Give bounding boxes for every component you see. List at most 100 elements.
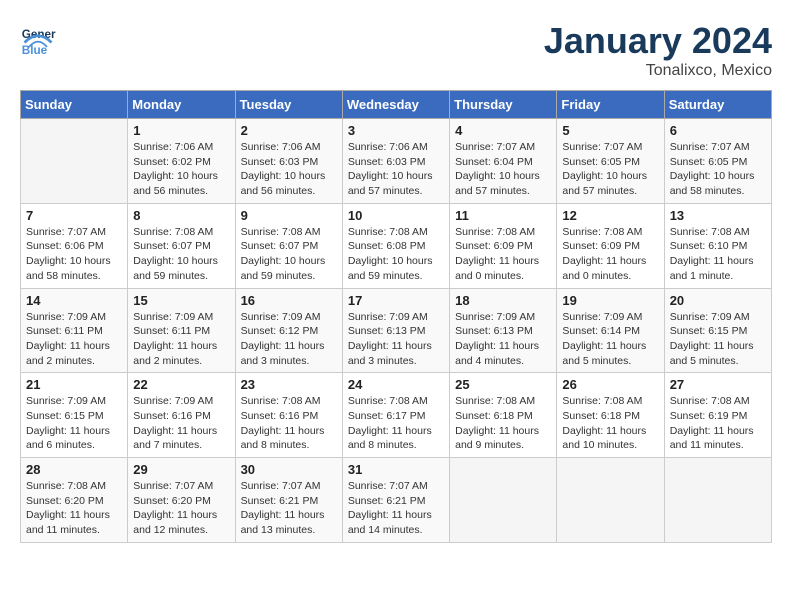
logo: General Blue: [20, 20, 60, 56]
calendar-cell: 27 Sunrise: 7:08 AM Sunset: 6:19 PM Dayl…: [664, 373, 771, 458]
day-info: Sunrise: 7:09 AM Sunset: 6:12 PM Dayligh…: [241, 310, 337, 369]
day-info: Sunrise: 7:08 AM Sunset: 6:10 PM Dayligh…: [670, 225, 766, 284]
sunset-text: Sunset: 6:13 PM: [455, 324, 551, 339]
calendar-cell: 20 Sunrise: 7:09 AM Sunset: 6:15 PM Dayl…: [664, 288, 771, 373]
calendar-cell: [557, 458, 664, 543]
daylight-text: Daylight: 11 hours and 11 minutes.: [26, 508, 122, 537]
col-tuesday: Tuesday: [235, 91, 342, 119]
day-number: 19: [562, 293, 658, 308]
day-info: Sunrise: 7:08 AM Sunset: 6:16 PM Dayligh…: [241, 394, 337, 453]
day-number: 18: [455, 293, 551, 308]
day-info: Sunrise: 7:09 AM Sunset: 6:14 PM Dayligh…: [562, 310, 658, 369]
col-friday: Friday: [557, 91, 664, 119]
sunrise-text: Sunrise: 7:07 AM: [133, 479, 229, 494]
day-number: 22: [133, 377, 229, 392]
sunset-text: Sunset: 6:02 PM: [133, 155, 229, 170]
day-number: 3: [348, 123, 444, 138]
calendar-cell: 12 Sunrise: 7:08 AM Sunset: 6:09 PM Dayl…: [557, 203, 664, 288]
calendar-week-row: 7 Sunrise: 7:07 AM Sunset: 6:06 PM Dayli…: [21, 203, 772, 288]
day-info: Sunrise: 7:07 AM Sunset: 6:21 PM Dayligh…: [241, 479, 337, 538]
day-info: Sunrise: 7:09 AM Sunset: 6:15 PM Dayligh…: [670, 310, 766, 369]
calendar-week-row: 1 Sunrise: 7:06 AM Sunset: 6:02 PM Dayli…: [21, 119, 772, 204]
daylight-text: Daylight: 11 hours and 11 minutes.: [670, 424, 766, 453]
day-number: 28: [26, 462, 122, 477]
sunrise-text: Sunrise: 7:08 AM: [348, 394, 444, 409]
daylight-text: Daylight: 11 hours and 3 minutes.: [348, 339, 444, 368]
day-info: Sunrise: 7:07 AM Sunset: 6:05 PM Dayligh…: [670, 140, 766, 199]
daylight-text: Daylight: 10 hours and 59 minutes.: [348, 254, 444, 283]
day-number: 31: [348, 462, 444, 477]
daylight-text: Daylight: 10 hours and 59 minutes.: [241, 254, 337, 283]
daylight-text: Daylight: 11 hours and 3 minutes.: [241, 339, 337, 368]
sunrise-text: Sunrise: 7:08 AM: [455, 394, 551, 409]
sunset-text: Sunset: 6:09 PM: [455, 239, 551, 254]
title-block: January 2024 Tonalixco, Mexico: [544, 20, 772, 80]
day-number: 2: [241, 123, 337, 138]
calendar-cell: 24 Sunrise: 7:08 AM Sunset: 6:17 PM Dayl…: [342, 373, 449, 458]
sunset-text: Sunset: 6:16 PM: [241, 409, 337, 424]
sunrise-text: Sunrise: 7:08 AM: [562, 394, 658, 409]
day-info: Sunrise: 7:06 AM Sunset: 6:02 PM Dayligh…: [133, 140, 229, 199]
day-info: Sunrise: 7:08 AM Sunset: 6:09 PM Dayligh…: [455, 225, 551, 284]
day-info: Sunrise: 7:09 AM Sunset: 6:11 PM Dayligh…: [26, 310, 122, 369]
daylight-text: Daylight: 10 hours and 56 minutes.: [133, 169, 229, 198]
sunset-text: Sunset: 6:21 PM: [241, 494, 337, 509]
sunrise-text: Sunrise: 7:08 AM: [241, 225, 337, 240]
calendar-cell: 13 Sunrise: 7:08 AM Sunset: 6:10 PM Dayl…: [664, 203, 771, 288]
day-number: 16: [241, 293, 337, 308]
day-info: Sunrise: 7:08 AM Sunset: 6:17 PM Dayligh…: [348, 394, 444, 453]
sunrise-text: Sunrise: 7:09 AM: [670, 310, 766, 325]
day-number: 27: [670, 377, 766, 392]
sunset-text: Sunset: 6:13 PM: [348, 324, 444, 339]
day-info: Sunrise: 7:09 AM Sunset: 6:15 PM Dayligh…: [26, 394, 122, 453]
day-number: 6: [670, 123, 766, 138]
daylight-text: Daylight: 11 hours and 4 minutes.: [455, 339, 551, 368]
sunrise-text: Sunrise: 7:07 AM: [670, 140, 766, 155]
day-number: 1: [133, 123, 229, 138]
day-info: Sunrise: 7:09 AM Sunset: 6:16 PM Dayligh…: [133, 394, 229, 453]
day-info: Sunrise: 7:09 AM Sunset: 6:13 PM Dayligh…: [455, 310, 551, 369]
calendar-cell: 29 Sunrise: 7:07 AM Sunset: 6:20 PM Dayl…: [128, 458, 235, 543]
day-number: 10: [348, 208, 444, 223]
calendar-header-row: Sunday Monday Tuesday Wednesday Thursday…: [21, 91, 772, 119]
day-number: 9: [241, 208, 337, 223]
sunrise-text: Sunrise: 7:09 AM: [26, 394, 122, 409]
sunrise-text: Sunrise: 7:09 AM: [348, 310, 444, 325]
daylight-text: Daylight: 11 hours and 10 minutes.: [562, 424, 658, 453]
day-info: Sunrise: 7:07 AM Sunset: 6:04 PM Dayligh…: [455, 140, 551, 199]
daylight-text: Daylight: 11 hours and 0 minutes.: [455, 254, 551, 283]
sunrise-text: Sunrise: 7:07 AM: [348, 479, 444, 494]
sunset-text: Sunset: 6:05 PM: [670, 155, 766, 170]
calendar-cell: 22 Sunrise: 7:09 AM Sunset: 6:16 PM Dayl…: [128, 373, 235, 458]
sunrise-text: Sunrise: 7:06 AM: [241, 140, 337, 155]
calendar-week-row: 21 Sunrise: 7:09 AM Sunset: 6:15 PM Dayl…: [21, 373, 772, 458]
daylight-text: Daylight: 10 hours and 58 minutes.: [26, 254, 122, 283]
sunset-text: Sunset: 6:11 PM: [26, 324, 122, 339]
sunrise-text: Sunrise: 7:06 AM: [133, 140, 229, 155]
calendar-cell: [664, 458, 771, 543]
day-number: 13: [670, 208, 766, 223]
day-number: 4: [455, 123, 551, 138]
calendar-week-row: 28 Sunrise: 7:08 AM Sunset: 6:20 PM Dayl…: [21, 458, 772, 543]
daylight-text: Daylight: 11 hours and 14 minutes.: [348, 508, 444, 537]
daylight-text: Daylight: 11 hours and 9 minutes.: [455, 424, 551, 453]
sunset-text: Sunset: 6:03 PM: [241, 155, 337, 170]
calendar-cell: 14 Sunrise: 7:09 AM Sunset: 6:11 PM Dayl…: [21, 288, 128, 373]
sunrise-text: Sunrise: 7:08 AM: [26, 479, 122, 494]
day-info: Sunrise: 7:08 AM Sunset: 6:08 PM Dayligh…: [348, 225, 444, 284]
calendar-cell: 21 Sunrise: 7:09 AM Sunset: 6:15 PM Dayl…: [21, 373, 128, 458]
day-info: Sunrise: 7:07 AM Sunset: 6:21 PM Dayligh…: [348, 479, 444, 538]
sunrise-text: Sunrise: 7:08 AM: [241, 394, 337, 409]
sunrise-text: Sunrise: 7:08 AM: [562, 225, 658, 240]
sunrise-text: Sunrise: 7:08 AM: [670, 394, 766, 409]
sunset-text: Sunset: 6:03 PM: [348, 155, 444, 170]
sunset-text: Sunset: 6:18 PM: [562, 409, 658, 424]
page-header: General Blue January 2024 Tonalixco, Mex…: [20, 20, 772, 80]
sunset-text: Sunset: 6:12 PM: [241, 324, 337, 339]
day-number: 5: [562, 123, 658, 138]
day-number: 8: [133, 208, 229, 223]
calendar-cell: 5 Sunrise: 7:07 AM Sunset: 6:05 PM Dayli…: [557, 119, 664, 204]
sunset-text: Sunset: 6:19 PM: [670, 409, 766, 424]
daylight-text: Daylight: 10 hours and 56 minutes.: [241, 169, 337, 198]
calendar-cell: 11 Sunrise: 7:08 AM Sunset: 6:09 PM Dayl…: [450, 203, 557, 288]
